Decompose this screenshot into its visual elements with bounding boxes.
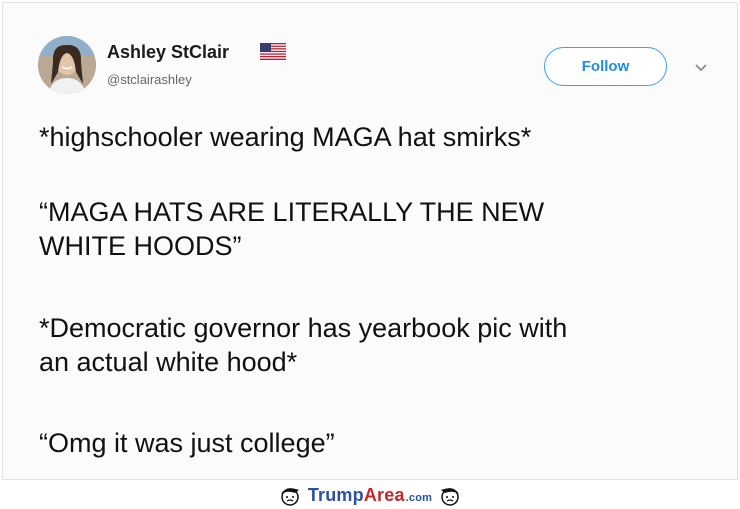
us-flag-icon [260,43,286,60]
tweet-text-line-3: *Democratic governor has yearbook pic wi… [39,313,568,377]
watermark-brand: TrumpArea.com [308,485,432,506]
avatar[interactable] [38,36,96,94]
watermark-brand-area: Area [363,485,405,505]
trump-caricature-icon [441,487,460,506]
site-watermark: TrumpArea.com [0,482,740,509]
chevron-down-icon[interactable] [693,62,709,74]
author-name[interactable]: Ashley StClair [107,42,229,63]
trump-caricature-icon [280,487,299,506]
watermark-brand-suffix: .com [405,492,433,504]
author-handle[interactable]: @stclairashley [107,72,192,87]
tweet-text-line-2: “MAGA HATS ARE LITERALLY THE NEW WHITE H… [39,197,545,261]
profile-photo [38,36,96,94]
tweet-card: Ashley StClair @stclairashley Follow *hi… [2,2,738,480]
tweet-text-line-4: “Omg it was just college” [39,428,335,458]
watermark-brand-trump: Trump [307,485,364,505]
follow-button[interactable]: Follow [544,47,667,86]
tweet-text-line-1: *highschooler wearing MAGA hat smirks* [39,122,532,152]
